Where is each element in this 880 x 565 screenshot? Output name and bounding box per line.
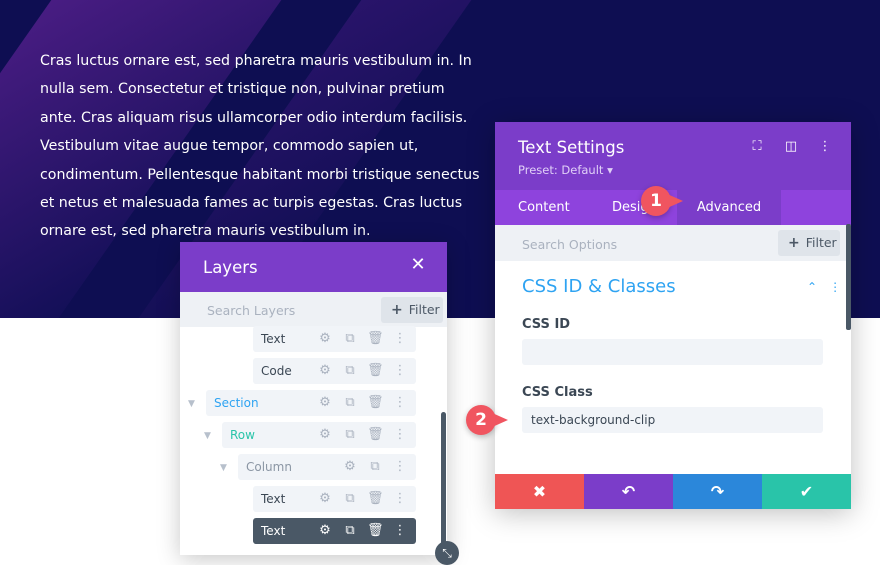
css-class-label: CSS Class: [522, 385, 593, 400]
duplicate-icon[interactable]: ⧉: [342, 491, 358, 507]
layer-item-column[interactable]: Column ⚙ ⧉ ⋮: [238, 454, 416, 480]
layers-title: Layers: [203, 258, 258, 277]
callout-badge-2: 2: [466, 405, 508, 435]
duplicate-icon[interactable]: ⧉: [367, 459, 383, 475]
layer-item-code[interactable]: Code ⚙ ⧉ 🗑 ⋮: [253, 358, 416, 384]
duplicate-icon[interactable]: ⧉: [342, 331, 358, 347]
gear-icon[interactable]: ⚙: [342, 459, 358, 475]
tab-advanced[interactable]: Advanced: [677, 190, 781, 225]
search-options-input[interactable]: Search Options: [522, 237, 617, 252]
layer-item-row[interactable]: Row ⚙ ⧉ 🗑 ⋮: [222, 422, 416, 448]
save-button[interactable]: ✔: [762, 474, 851, 509]
collapse-caret-icon[interactable]: ▼: [188, 399, 195, 409]
css-class-input[interactable]: [522, 407, 823, 433]
more-vertical-icon[interactable]: ⋮: [817, 139, 833, 155]
gear-icon[interactable]: ⚙: [317, 363, 333, 379]
gear-icon[interactable]: ⚙: [317, 395, 333, 411]
layer-label: Text: [261, 524, 286, 538]
trash-icon[interactable]: 🗑: [367, 427, 384, 443]
preset-dropdown[interactable]: Preset: Default ▾: [518, 163, 613, 177]
fullscreen-icon[interactable]: ⛶: [749, 139, 765, 155]
layers-header: Layers ✕: [180, 242, 447, 292]
close-icon[interactable]: ✕: [408, 255, 428, 275]
settings-footer: ✖ ↶ ↷ ✔: [495, 474, 851, 509]
layers-scrollbar[interactable]: [441, 412, 446, 549]
duplicate-icon[interactable]: ⧉: [342, 363, 358, 379]
layers-filter-button[interactable]: + Filter: [381, 297, 443, 323]
cancel-button[interactable]: ✖: [495, 474, 584, 509]
more-vertical-icon[interactable]: ⋮: [392, 427, 408, 443]
plus-icon: +: [391, 302, 403, 318]
undo-icon: ↶: [621, 482, 636, 501]
css-id-input[interactable]: [522, 339, 823, 365]
more-vertical-icon[interactable]: ⋮: [392, 491, 408, 507]
layer-label: Code: [261, 364, 292, 378]
more-vertical-icon[interactable]: ⋮: [392, 523, 408, 539]
settings-title: Text Settings: [518, 138, 625, 157]
tab-content[interactable]: Content: [518, 190, 570, 225]
gear-icon[interactable]: ⚙: [317, 331, 333, 347]
search-layers-input[interactable]: Search Layers: [207, 303, 295, 318]
trash-icon[interactable]: 🗑: [367, 331, 384, 347]
trash-icon[interactable]: 🗑: [367, 491, 384, 507]
redo-icon: ↷: [710, 482, 725, 501]
layer-label: Text: [261, 332, 286, 346]
layer-item-section[interactable]: Section ⚙ ⧉ 🗑 ⋮: [206, 390, 416, 416]
duplicate-icon[interactable]: ⧉: [342, 395, 358, 411]
settings-scrollbar[interactable]: [846, 224, 851, 330]
collapse-caret-icon[interactable]: ▼: [220, 463, 227, 473]
resize-handle-icon[interactable]: ⤡: [435, 541, 459, 565]
callout-badge-1: 1: [641, 186, 683, 216]
css-id-label: CSS ID: [522, 317, 571, 332]
settings-header: Text Settings Preset: Default ▾ ⛶ ◫ ⋮: [495, 122, 851, 190]
redo-button[interactable]: ↷: [673, 474, 762, 509]
chevron-up-icon[interactable]: ⌃: [807, 280, 817, 294]
layer-label: Section: [214, 396, 259, 410]
layer-item-text[interactable]: Text ⚙ ⧉ 🗑 ⋮: [253, 326, 416, 352]
gear-icon[interactable]: ⚙: [317, 491, 333, 507]
filter-label: Filter: [805, 235, 837, 250]
layer-label: Text: [261, 492, 286, 506]
filter-label: Filter: [408, 302, 440, 317]
layers-search-bar: Search Layers + Filter: [180, 292, 447, 327]
more-vertical-icon[interactable]: ⋮: [392, 395, 408, 411]
more-vertical-icon[interactable]: ⋮: [392, 331, 408, 347]
more-vertical-icon[interactable]: ⋮: [392, 363, 408, 379]
split-view-icon[interactable]: ◫: [783, 139, 799, 155]
layer-label: Row: [230, 428, 255, 442]
section-title-css-id-classes[interactable]: CSS ID & Classes: [522, 276, 676, 297]
more-vertical-icon[interactable]: ⋮: [829, 280, 841, 294]
trash-icon[interactable]: 🗑: [367, 523, 384, 539]
settings-search-bar: Search Options + Filter: [495, 225, 851, 261]
text-settings-modal: Text Settings Preset: Default ▾ ⛶ ◫ ⋮ Co…: [495, 122, 851, 509]
checkmark-icon: ✔: [799, 482, 814, 501]
close-icon: ✖: [532, 482, 547, 501]
duplicate-icon[interactable]: ⧉: [342, 523, 358, 539]
layer-label: Column: [246, 460, 292, 474]
more-vertical-icon[interactable]: ⋮: [392, 459, 408, 475]
layer-item-text-active[interactable]: Text ⚙ ⧉ 🗑 ⋮: [253, 518, 416, 544]
trash-icon[interactable]: 🗑: [367, 363, 384, 379]
plus-icon: +: [788, 235, 800, 251]
hero-paragraph: Cras luctus ornare est, sed pharetra mau…: [40, 53, 480, 240]
undo-button[interactable]: ↶: [584, 474, 673, 509]
duplicate-icon[interactable]: ⧉: [342, 427, 358, 443]
trash-icon[interactable]: 🗑: [367, 395, 384, 411]
gear-icon[interactable]: ⚙: [317, 427, 333, 443]
collapse-caret-icon[interactable]: ▼: [204, 431, 211, 441]
layers-modal: Layers ✕ Search Layers + Filter Text ⚙ ⧉ 🗑 ⋮…: [180, 242, 447, 555]
settings-filter-button[interactable]: + Filter: [778, 230, 840, 256]
layer-item-text[interactable]: Text ⚙ ⧉ 🗑 ⋮: [253, 486, 416, 512]
gear-icon[interactable]: ⚙: [317, 523, 333, 539]
